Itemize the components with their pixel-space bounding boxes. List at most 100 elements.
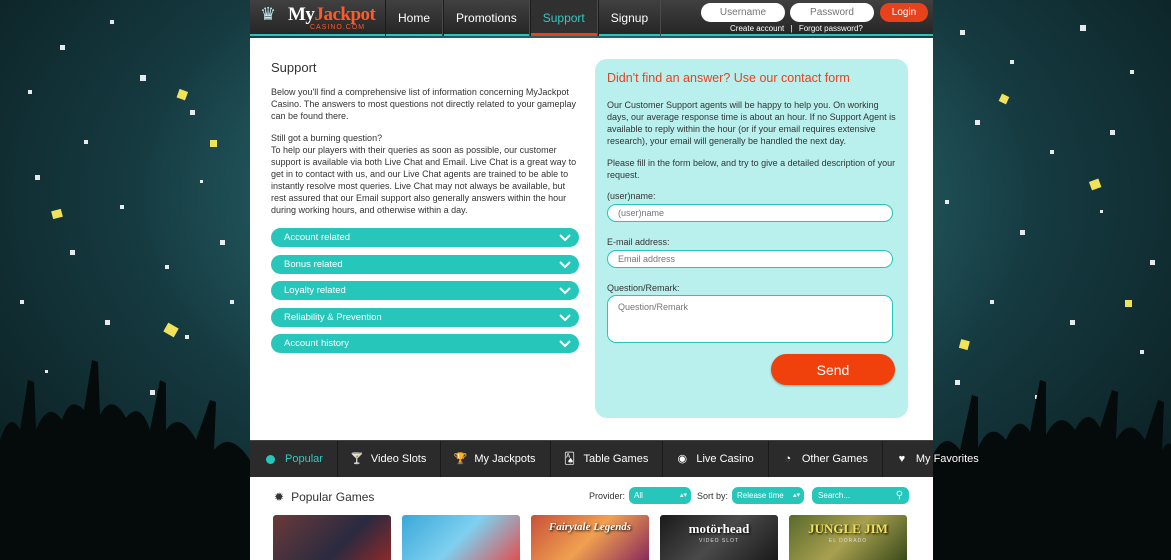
accordion-label: Account related xyxy=(284,232,351,243)
tab-label: Popular xyxy=(285,453,323,465)
nav-signup[interactable]: Signup xyxy=(597,0,662,36)
game-title: motörhead xyxy=(688,521,750,536)
popular-games-heading: ✹ Popular Games xyxy=(274,490,374,504)
email-label: E-mail address: xyxy=(607,237,670,247)
forgot-password-link[interactable]: Forgot password? xyxy=(799,24,863,33)
slot-icon: 🍸 xyxy=(350,453,364,465)
create-account-link[interactable]: Create account xyxy=(730,24,784,33)
logo-brand-left: My xyxy=(288,4,315,25)
site-container: ♛ MyJackpot CASINO.COM Home Promotions S… xyxy=(250,0,979,560)
tab-my-favorites[interactable]: ♥ My Favorites xyxy=(883,441,987,477)
game-filters: Provider: All ▴▾ Sort by: Release time ▴… xyxy=(589,487,910,504)
sort-value: Release time xyxy=(737,491,784,500)
nav-support[interactable]: Support xyxy=(529,0,598,36)
main-nav: Home Promotions Support Signup xyxy=(385,0,662,36)
contact-form-intro: Our Customer Support agents will be happ… xyxy=(607,100,896,146)
game-title: JUNGLE JIM xyxy=(808,521,888,536)
chevron-down-icon xyxy=(559,340,571,348)
tab-other-games[interactable]: ◔ Other Games xyxy=(769,441,883,477)
game-subtitle: VIDEO SLOT xyxy=(698,538,739,544)
game-thumbnail[interactable]: JUNGLE JIM EL DORADO xyxy=(789,515,907,560)
sort-label: Sort by: xyxy=(697,490,729,501)
contact-form: Didn't find an answer? Use our contact f… xyxy=(595,59,908,418)
provider-value: All xyxy=(634,491,643,500)
select-arrows-icon: ▴▾ xyxy=(679,492,688,499)
accordion-label: Reliability & Prevention xyxy=(284,311,382,323)
search-placeholder: Search... xyxy=(818,491,851,500)
support-question-text: Still got a burning question? To help ou… xyxy=(271,133,577,215)
chevron-down-icon xyxy=(559,260,571,268)
game-search-input[interactable]: Search... ⚲ xyxy=(812,487,910,504)
game-thumbnail[interactable]: motörhead VIDEO SLOT xyxy=(660,515,778,560)
username-input[interactable] xyxy=(701,3,785,22)
sort-select[interactable]: Release time ▴▾ xyxy=(732,487,805,504)
game-thumbnail[interactable] xyxy=(273,515,391,560)
tab-live-casino[interactable]: ◉ Live Casino xyxy=(663,441,769,477)
tab-popular[interactable]: Popular xyxy=(250,441,338,477)
accordion-loyalty-related[interactable]: Loyalty related xyxy=(271,281,579,300)
tab-label: Other Games xyxy=(801,453,868,465)
send-button[interactable]: Send xyxy=(771,354,895,385)
game-category-tabs: Popular 🍸 Video Slots 🏆 My Jackpots 🂡 Ta… xyxy=(250,440,979,477)
faq-accordion: Account related Bonus related Loyalty re… xyxy=(271,228,579,353)
tab-label: My Jackpots xyxy=(474,453,536,465)
trophy-icon: 🏆 xyxy=(453,453,468,465)
dot-icon xyxy=(266,454,275,464)
support-info: Support Below you'll find a comprehensiv… xyxy=(271,60,579,361)
support-intro: Below you'll find a comprehensive list o… xyxy=(271,87,576,121)
logo-text: MyJackpot xyxy=(288,4,376,25)
remark-label: Question/Remark: xyxy=(607,283,680,293)
sun-icon: ✹ xyxy=(274,490,285,504)
game-title: Fairytale Legends xyxy=(548,521,632,533)
support-main: Support Below you'll find a comprehensiv… xyxy=(250,38,933,440)
game-subtitle: EL DORADO xyxy=(828,538,868,544)
top-bar: ♛ MyJackpot CASINO.COM Home Promotions S… xyxy=(250,0,933,36)
links-separator: | xyxy=(790,24,793,33)
logo-subtitle: CASINO.COM xyxy=(310,24,366,31)
accordion-label: Account history xyxy=(284,338,349,349)
page-title: Support xyxy=(271,60,317,75)
accordion-account-related[interactable]: Account related xyxy=(271,228,579,247)
accordion-reliability-prevention[interactable]: Reliability & Prevention xyxy=(271,307,579,327)
chevron-down-icon xyxy=(559,287,571,295)
provider-label: Provider: xyxy=(589,490,626,501)
tab-label: Table Games xyxy=(583,453,649,465)
remark-textarea[interactable] xyxy=(607,295,893,343)
provider-select[interactable]: All ▴▾ xyxy=(629,487,692,504)
crown-icon: ♛ xyxy=(260,4,277,24)
login-button[interactable]: Login xyxy=(880,3,928,22)
game-thumbnail[interactable]: Fairytale Legends xyxy=(531,515,649,560)
tab-table-games[interactable]: 🂡 Table Games xyxy=(551,441,664,477)
name-input[interactable] xyxy=(607,204,893,222)
accordion-account-history[interactable]: Account history xyxy=(271,334,579,353)
logo[interactable]: ♛ MyJackpot CASINO.COM xyxy=(258,3,376,33)
nav-home[interactable]: Home xyxy=(385,0,444,36)
contact-form-title: Didn't find an answer? Use our contact f… xyxy=(607,71,850,85)
chevron-down-icon xyxy=(559,313,571,321)
accordion-label: Loyalty related xyxy=(284,285,346,296)
game-thumbnail[interactable] xyxy=(402,515,520,560)
contact-form-instructions: Please fill in the form below, and try t… xyxy=(607,158,896,180)
select-arrows-icon: ▴▾ xyxy=(793,492,801,499)
pie-icon: ◔ xyxy=(784,453,792,465)
search-icon: ⚲ xyxy=(895,490,904,501)
account-links: Create account | Forgot password? xyxy=(730,24,863,33)
chevron-down-icon xyxy=(559,234,571,242)
popular-games-title: Popular Games xyxy=(291,490,375,504)
nav-promotions[interactable]: Promotions xyxy=(443,0,530,36)
accordion-bonus-related[interactable]: Bonus related xyxy=(271,254,579,274)
name-label: (user)name: xyxy=(607,191,656,201)
password-input[interactable] xyxy=(790,3,874,22)
cards-icon: 🂡 xyxy=(563,453,576,465)
tab-label: My Favorites xyxy=(915,453,979,465)
logo-brand-right: Jackpot xyxy=(314,4,376,25)
accordion-label: Bonus related xyxy=(284,258,343,270)
live-icon: ◉ xyxy=(677,453,688,465)
tab-label: Video Slots xyxy=(370,453,427,465)
tab-my-jackpots[interactable]: 🏆 My Jackpots xyxy=(441,441,551,477)
tab-video-slots[interactable]: 🍸 Video Slots xyxy=(338,441,442,477)
tab-label: Live Casino xyxy=(696,453,754,465)
popular-games-section: ✹ Popular Games Provider: All ▴▾ Sort by… xyxy=(250,477,933,560)
heart-icon: ♥ xyxy=(898,453,906,465)
email-input[interactable] xyxy=(607,250,893,268)
